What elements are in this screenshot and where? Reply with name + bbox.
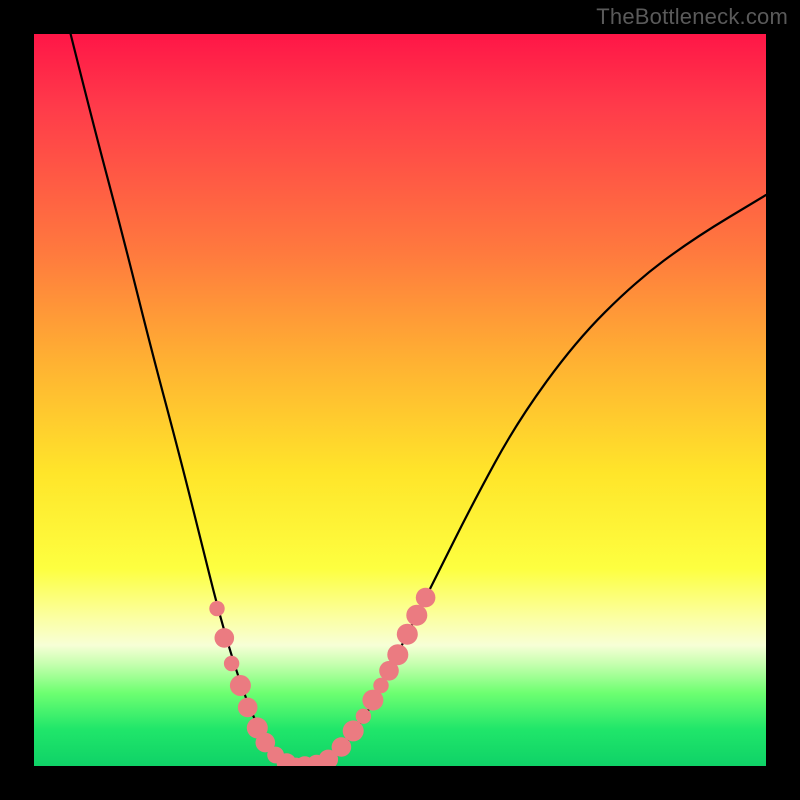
bead (387, 644, 408, 665)
watermark-text: TheBottleneck.com (596, 4, 788, 30)
bead (238, 698, 258, 718)
plot-area (34, 34, 766, 766)
bead (267, 747, 284, 764)
bead (332, 737, 352, 757)
bead (379, 661, 399, 681)
bead (277, 753, 297, 766)
bead (373, 678, 388, 693)
bead (224, 656, 239, 671)
bead (295, 756, 315, 766)
bead (307, 755, 327, 766)
bead (343, 720, 364, 741)
bead (406, 605, 427, 626)
bead (288, 758, 303, 766)
bead (230, 675, 251, 696)
bead (397, 624, 418, 645)
bead (256, 733, 276, 753)
bottleneck-curve (71, 34, 766, 766)
chart-frame: TheBottleneck.com (0, 0, 800, 800)
bead (319, 750, 339, 766)
bead (209, 601, 224, 616)
curve-svg (34, 34, 766, 766)
curve-beads (209, 588, 435, 766)
bead (356, 709, 371, 724)
bead (362, 690, 383, 711)
bead (416, 588, 436, 608)
bead (215, 628, 235, 648)
bead (247, 717, 268, 738)
